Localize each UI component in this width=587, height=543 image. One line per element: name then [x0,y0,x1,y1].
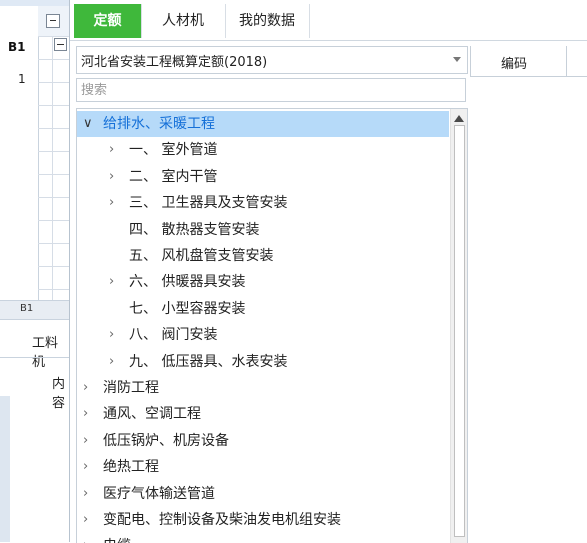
tree-subnode[interactable]: › 九、 低压器具、水表安装 [77,349,449,375]
minus-box-icon [46,14,60,28]
status-bar-label: B1 [20,303,34,314]
left-strip [0,396,10,542]
row-collapse-toggle[interactable] [54,38,67,51]
row-number: 1 [18,72,26,86]
panel-tab-bar: 定额 人材机 我的数据 [70,0,587,41]
tree-subnode[interactable]: 五、 风机盘管支管安装 [77,243,449,269]
tab-labor-material-machine[interactable]: 人材机 [141,4,226,38]
collapse-all-toggle[interactable] [38,6,70,37]
quota-library-value: 河北省安装工程概算定额(2018) [81,55,268,70]
tab-my-data[interactable]: 我的数据 [225,4,310,38]
chevron-right-icon[interactable]: › [83,454,88,480]
chevron-right-icon[interactable]: › [83,375,88,401]
tree-scrollbar[interactable] [450,109,467,543]
content-header-label: 内容 [52,377,66,411]
chevron-right-icon[interactable]: › [109,190,114,216]
tab-label: 工料机 [32,336,59,370]
chevron-right-icon[interactable]: › [109,164,114,190]
chevron-right-icon[interactable]: › [83,401,88,427]
tab-quota[interactable]: 定额 [74,4,142,38]
chevron-right-icon[interactable]: › [109,322,114,348]
quota-library-panel: 定额 人材机 我的数据 河北省安装工程概算定额(2018) 编码 ›电缆›变配电… [69,0,587,543]
tree-subnode[interactable]: › 八、 阀门安装 [77,322,449,348]
quota-library-select[interactable]: 河北省安装工程概算定额(2018) [76,46,468,74]
content-column-header: 内容 [0,366,70,411]
search-input[interactable] [76,78,466,102]
sheet-grid [38,36,71,306]
grid-divider [52,36,53,306]
dropdown-caret-icon[interactable] [453,57,461,62]
tree-node-label: 变配电、控制设备及柴油发电机组安装 [103,512,341,528]
scroll-thumb[interactable] [454,125,465,537]
tree-node-label: 四、 散热器支管安装 [129,221,260,238]
tree-subnode[interactable]: 七、 小型容器安装 [77,296,449,322]
tree-node-label: 五、 风机盘管支管安装 [129,248,274,264]
tree-subnode[interactable]: 四、 散热器支管安装 [77,217,449,243]
tree-subnode[interactable]: › 二、 室内干管 [77,164,449,190]
scroll-up-arrow-icon[interactable] [454,115,464,122]
tree-node-label: 二、 室内干管 [129,168,218,185]
code-column-header[interactable]: 编码 [470,46,587,77]
tab-divider [0,357,70,358]
chevron-right-icon[interactable]: › [83,428,88,454]
tree-node[interactable]: ∨ 给排水、采暖工程 [77,111,449,137]
chevron-down-icon[interactable]: ∨ [83,111,93,137]
chapter-tree: ›电缆›变配电、控制设备及柴油发电机组安装›医疗气体输送管道›绝热工程›低压锅炉… [76,108,468,543]
column-divider [566,46,567,76]
tree-node[interactable]: › 低压锅炉、机房设备 [77,428,449,454]
tree-node-label: 绝热工程 [103,459,159,476]
tree-node[interactable]: › 绝热工程 [77,454,449,480]
tree-node-label: 一、 室外管道 [129,142,218,159]
chevron-right-icon[interactable]: › [109,137,114,163]
chevron-right-icon[interactable]: › [83,481,88,507]
tree-node-label: 低压锅炉、机房设备 [103,432,229,449]
tree-node-label: 消防工程 [103,380,159,396]
tree-node-label: 医疗气体输送管道 [103,485,215,502]
chevron-right-icon[interactable]: › [83,507,88,533]
tree-node[interactable]: › 消防工程 [77,375,449,401]
tree-subnode[interactable]: › 六、 供暖器具安装 [77,269,449,295]
tree-node-label: 给排水、采暖工程 [103,116,215,132]
chevron-right-icon[interactable]: › [109,349,114,375]
tree-node[interactable]: › 医疗气体输送管道 [77,481,449,507]
sheet-status-bar: B1 [0,300,70,320]
chevron-right-icon[interactable]: › [109,269,114,295]
tree-node-label: 八、 阀门安装 [129,327,218,344]
tree-subnode[interactable]: › 三、 卫生器具及支管安装 [77,190,449,216]
tree-node-label: 六、 供暖器具安装 [129,274,246,291]
tree-node-label: 三、 卫生器具及支管安装 [129,195,288,212]
tree-node-label: 七、 小型容器安装 [129,300,246,317]
tree-subnode[interactable]: › 一、 室外管道 [77,137,449,163]
tree-node[interactable]: › 变配电、控制设备及柴油发电机组安装 [77,507,449,533]
tree-node-label: 通风、空调工程 [103,406,201,423]
tab-material-machine[interactable]: 工料机 [0,325,70,370]
cell-b1[interactable]: B1 [8,40,26,54]
code-column-label: 编码 [501,57,528,72]
tree-node[interactable]: › 通风、空调工程 [77,401,449,427]
tree-node-label: 九、 低压器具、水表安装 [129,353,288,370]
